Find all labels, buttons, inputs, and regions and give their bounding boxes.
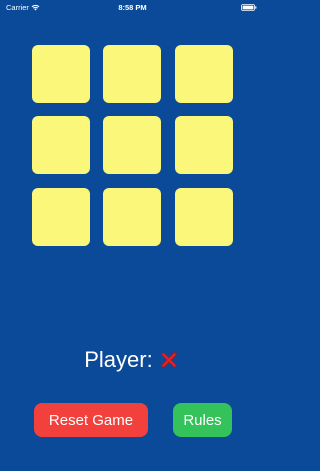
reset-game-button[interactable]: Reset Game (34, 403, 148, 437)
board-cell-9[interactable] (175, 188, 233, 246)
board-cell-7[interactable] (32, 188, 90, 246)
battery-icon (241, 4, 257, 11)
red-x-icon (160, 352, 177, 368)
rules-button[interactable]: Rules (173, 403, 232, 437)
status-bar: Carrier 8:58 PM (0, 0, 265, 14)
reset-game-label: Reset Game (48, 411, 134, 429)
game-board (32, 45, 233, 246)
status-time: 8:58 PM (118, 3, 147, 12)
board-cell-2[interactable] (103, 45, 161, 103)
board-cell-1[interactable] (32, 45, 90, 103)
board-cell-4[interactable] (32, 116, 90, 174)
board-cell-5[interactable] (103, 116, 161, 174)
player-label: Player: (84, 347, 153, 372)
current-player: Player: (0, 346, 265, 374)
board-cell-3[interactable] (175, 45, 233, 103)
rules-label: Rules (183, 411, 222, 429)
game-screen: Carrier 8:58 PM Player: Reset Game Rules (0, 0, 265, 471)
board-cell-6[interactable] (175, 116, 233, 174)
board-cell-8[interactable] (103, 188, 161, 246)
